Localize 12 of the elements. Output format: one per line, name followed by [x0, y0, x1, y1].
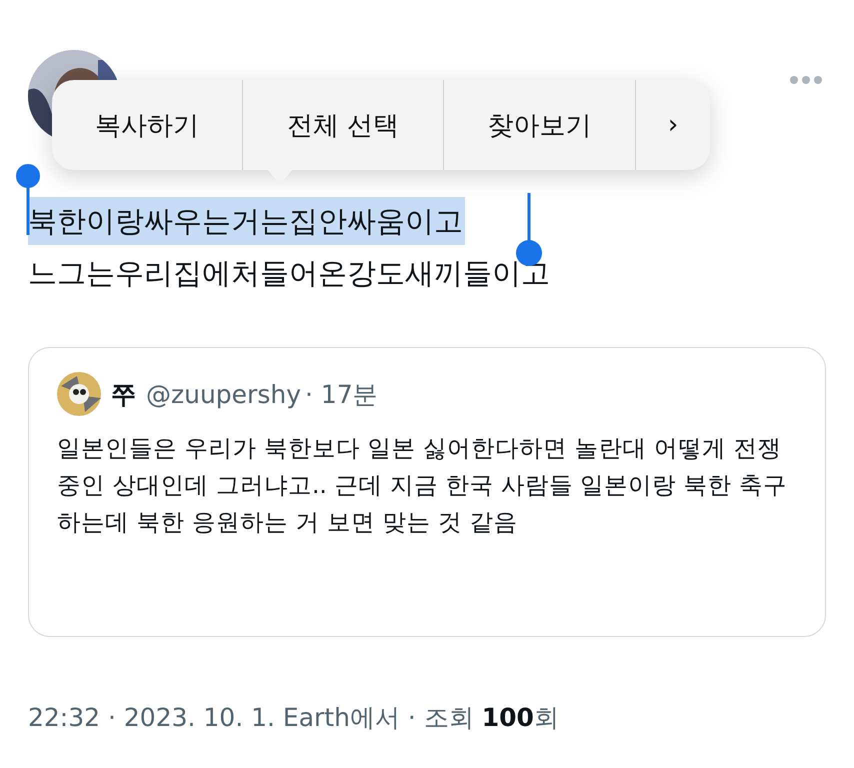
avatar-icon: [57, 372, 101, 416]
post-time: · 17분: [305, 378, 378, 410]
menu-item[interactable]: 복사하기: [52, 80, 242, 170]
quoted-post-text: 일본인들은 우리가 북한보다 일본 싫어한다하면 놀란대 어떻게 전쟁 중인 상대인데 그러냐고.. 근데 지금 한국 사람들 일본이랑 북한 축구하는데 북한 응원하는 거 보면 맞는 것 같음: [57, 433, 788, 538]
author-handle[interactable]: @zuupershy: [146, 380, 302, 408]
menu-item[interactable]: ›: [635, 80, 710, 170]
menu-item[interactable]: 전체 선택: [242, 80, 443, 170]
quoted-post-card[interactable]: 쭈 @zuupershy · 17분 일본인들은 우리가 북한보다 일본 싫어한다하면 놀란대 어떻게 전쟁 중인 상대인데 그러냐고.. 근데 지금 한국 사람들 일본이랑 북한 축구하는데 북한 응원하는 거 보면 맞는 것 같음: [28, 347, 826, 637]
post-text-line: 느그는우리집에처들어온강도새끼들이고: [28, 255, 551, 292]
author-name: 쭈: [111, 378, 136, 410]
post-meta: 22:32 · 2023. 10. 1. Earth에서 · 조회 100회: [28, 702, 560, 734]
menu-item[interactable]: 찾아보기: [442, 80, 636, 170]
